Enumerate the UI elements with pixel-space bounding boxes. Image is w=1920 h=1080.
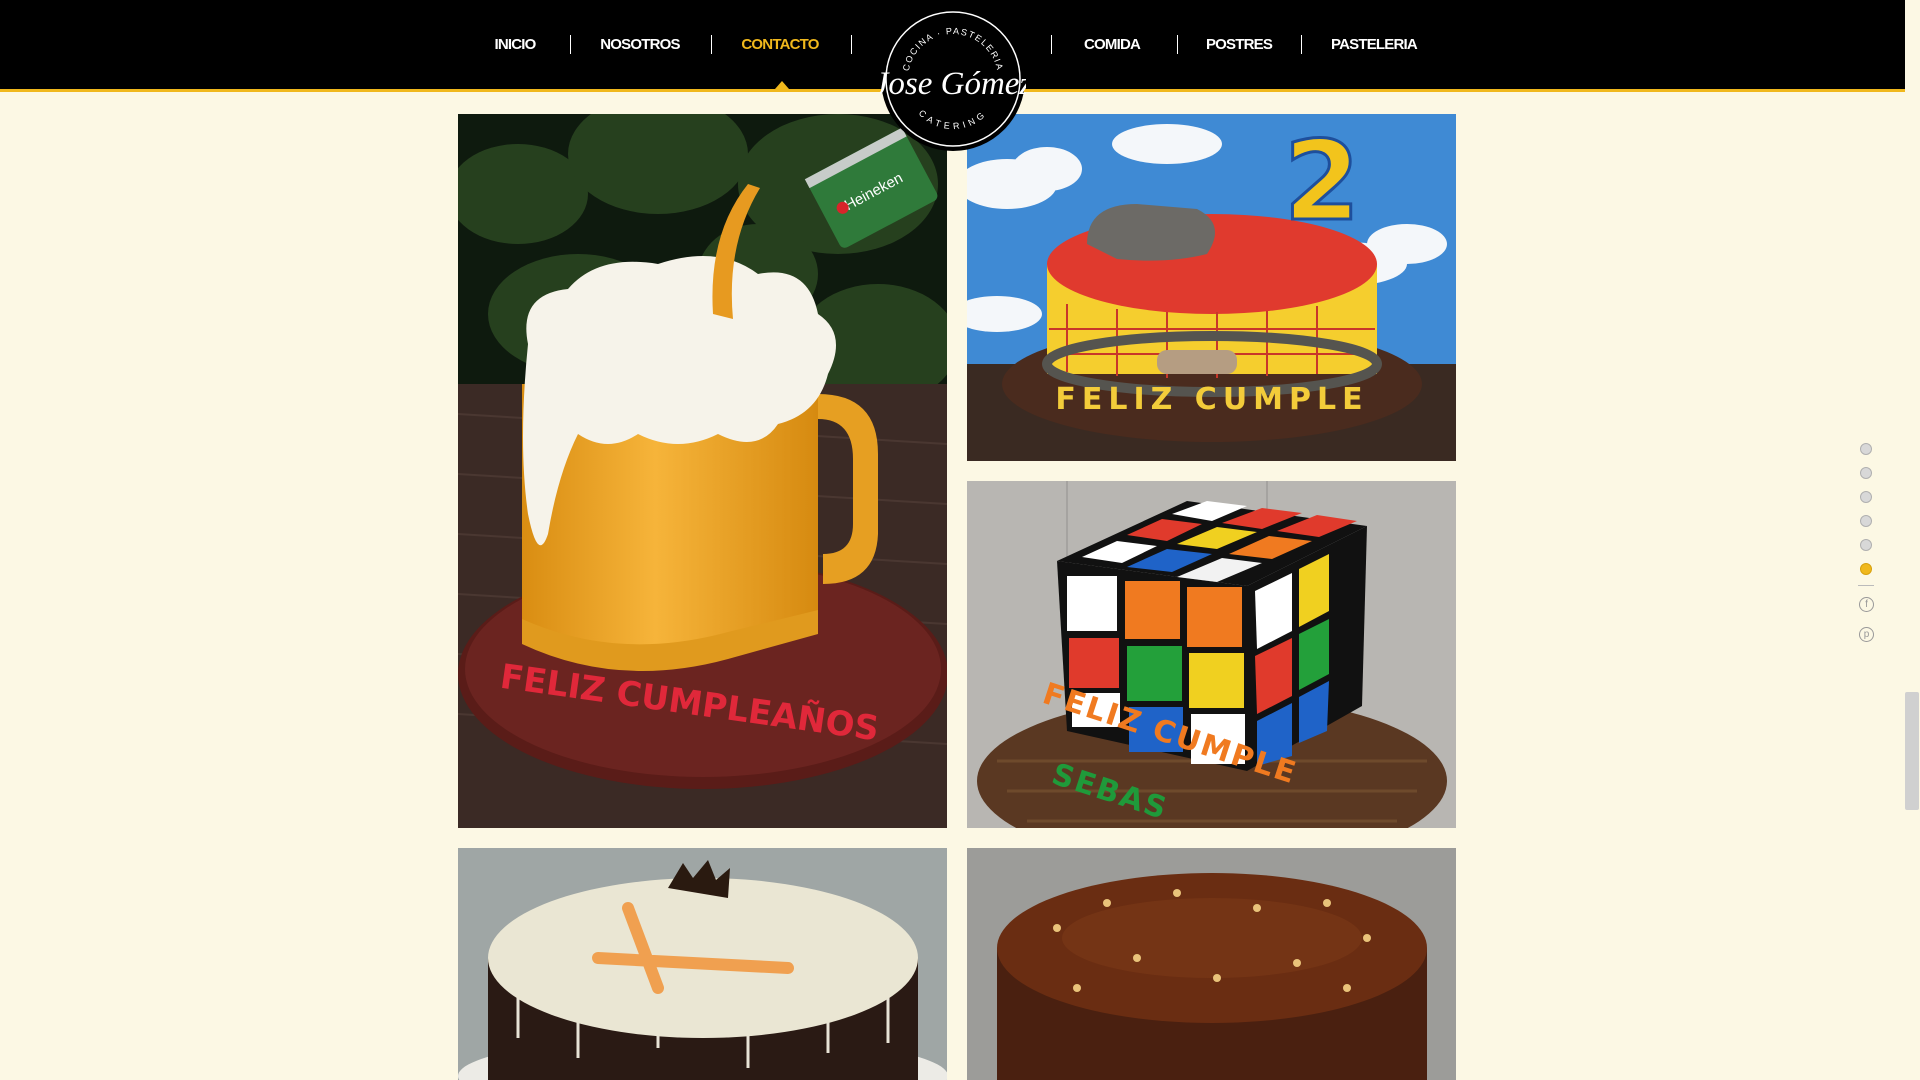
nav-link-postres[interactable]: POSTRES (1205, 32, 1273, 58)
section-dot-5[interactable] (1860, 539, 1872, 551)
section-dot-6-active[interactable] (1860, 563, 1872, 575)
gallery-photo-rubik-cake[interactable]: FELIZ CUMPLE SEBAS (967, 481, 1456, 828)
nav-separator (711, 35, 712, 54)
scrollbar-thumb[interactable] (1905, 692, 1919, 810)
nav-separator (851, 35, 852, 54)
gallery-photo-chocolate-cake[interactable] (967, 848, 1456, 1080)
cake-inscription: FELIZ CUMPLE (1055, 382, 1368, 417)
section-dot-2[interactable] (1860, 467, 1872, 479)
nav-link-pasteleria[interactable]: PASTELERIA (1331, 32, 1418, 58)
nav-separator (1301, 35, 1302, 54)
gallery-photo-cowboy-cake[interactable]: 2 FELIZ CUMPLE (967, 114, 1456, 461)
facebook-icon[interactable]: f (1859, 597, 1874, 612)
section-dot-3[interactable] (1860, 491, 1872, 503)
active-nav-indicator (775, 81, 789, 89)
nav-separator (1051, 35, 1052, 54)
section-dot-1[interactable] (1860, 443, 1872, 455)
pinterest-icon[interactable]: p (1859, 627, 1874, 642)
scrollbar-track[interactable] (1905, 0, 1920, 1080)
logo-name: Jose Gómez (880, 66, 1026, 102)
gallery-photo-white-cake[interactable] (458, 848, 947, 1080)
nav-link-comida[interactable]: COMIDA (1080, 32, 1144, 58)
number-topper: 2 (1284, 117, 1361, 245)
nav-link-inicio[interactable]: INICIO (492, 32, 538, 58)
nav-link-nosotros[interactable]: NOSOTROS (600, 32, 680, 58)
nav-link-contacto[interactable]: CONTACTO (740, 32, 820, 58)
nav-separator (570, 35, 571, 54)
section-dot-4[interactable] (1860, 515, 1872, 527)
nav-separator (1177, 35, 1178, 54)
side-nav-divider (1858, 585, 1874, 586)
gallery-photo-beer-cake[interactable]: Heineken FELIZ CUMPLEAÑOS (458, 114, 947, 828)
site-logo[interactable]: COCINA · PASTELERIA Jose Gómez CATERING (874, 6, 1032, 152)
